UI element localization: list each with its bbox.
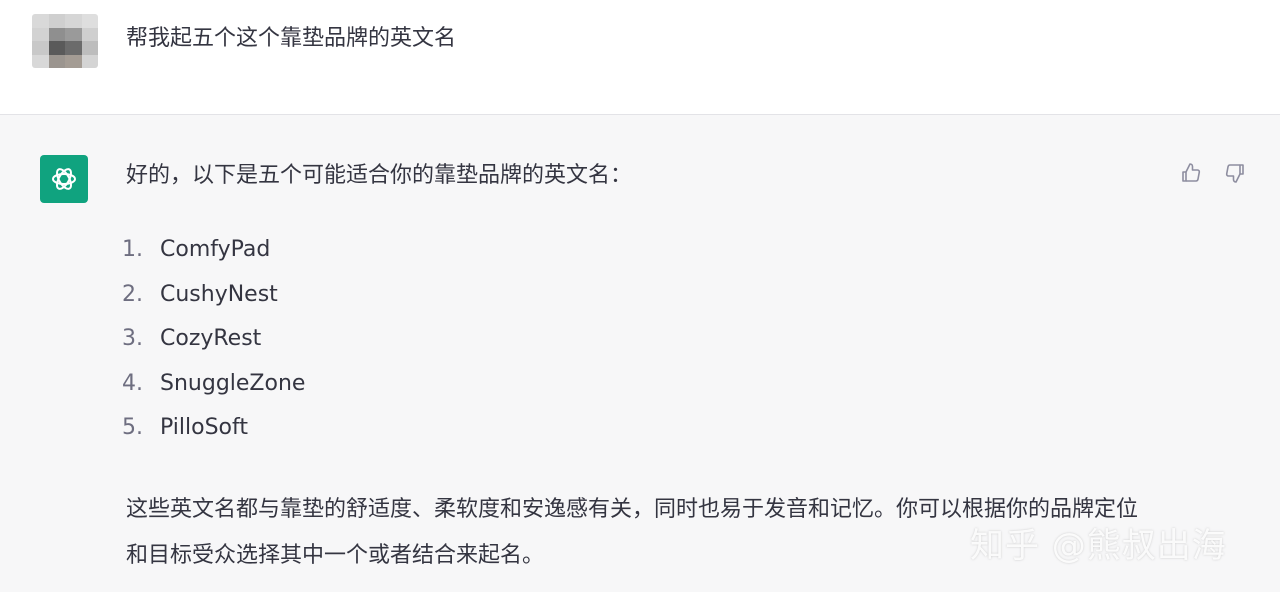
list-number: 1. [122,237,143,262]
list-item: 3. CozyRest [122,322,305,367]
thumbs-down-icon[interactable] [1220,158,1250,188]
list-number: 5. [122,415,143,440]
list-item: 5. PilloSoft [122,411,305,456]
brand-name: CushyNest [160,281,278,307]
user-avatar [32,14,98,68]
user-message-row: 帮我起五个这个靠垫品牌的英文名 [0,0,1280,115]
brand-name: ComfyPad [160,237,271,262]
assistant-intro-text: 好的，以下是五个可能适合你的靠垫品牌的英文名： [126,163,633,188]
list-item: 1. ComfyPad [122,233,305,278]
list-number: 4. [122,370,143,396]
list-item: 4. SnuggleZone [122,367,305,412]
list-number: 3. [122,326,143,351]
list-number: 2. [122,281,143,307]
brand-name: SnuggleZone [160,370,306,396]
brand-name-list: 1. ComfyPad 2. CushyNest 3. CozyRest 4. Snug… [122,233,305,456]
watermark: 知乎 @熊叔出海 [970,526,1227,566]
list-item: 2. CushyNest [122,278,305,323]
brand-name: CozyRest [160,326,262,351]
user-message-text: 帮我起五个这个靠垫品牌的英文名 [126,26,457,51]
openai-logo-icon [40,155,88,203]
brand-name: PilloSoft [160,415,248,440]
thumbs-up-icon[interactable] [1176,158,1206,188]
